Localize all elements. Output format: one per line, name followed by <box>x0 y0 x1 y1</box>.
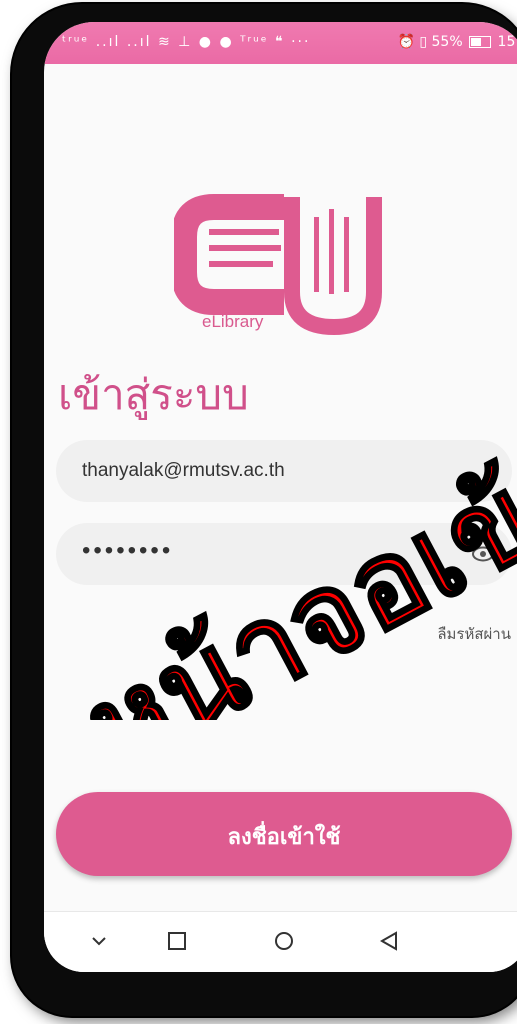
battery-icon <box>469 36 492 48</box>
vibrate-icon: ▯ <box>419 34 428 50</box>
email-value: thanyalak@rmutsv.ac.th <box>82 460 285 481</box>
status-right: ⏰ ▯ 55% 15:5 <box>397 34 517 50</box>
login-button-label: ลงชื่อเข้าใช้ <box>227 824 341 850</box>
square-icon[interactable] <box>162 926 192 956</box>
alarm-icon: ⏰ <box>397 34 415 50</box>
chevron-down-icon[interactable] <box>84 926 114 956</box>
email-field[interactable]: thanyalak@rmutsv.ac.th <box>56 440 512 502</box>
password-field[interactable]: •••••••• <box>56 523 512 585</box>
clock: 15:5 <box>497 34 517 50</box>
eye-icon[interactable] <box>472 544 494 564</box>
status-icons: ᵗʳᵘᵉ ..ıl ..ıl ≋ ⊥ ● ● ᵀʳᵘᵉ ❝ ··· <box>62 34 311 50</box>
battery-percent: 55% <box>431 34 463 50</box>
phone-frame: ᵗʳᵘᵉ ..ıl ..ıl ≋ ⊥ ● ● ᵀʳᵘᵉ ❝ ··· ⏰ ▯ 55… <box>12 4 517 1016</box>
password-value: •••••••• <box>82 537 174 564</box>
forgot-password-link[interactable]: ลืมรหัสผ่าน <box>437 622 511 646</box>
circle-icon[interactable] <box>269 926 299 956</box>
login-button[interactable]: ลงชื่อเข้าใช้ <box>56 792 512 876</box>
android-navbar <box>44 911 517 972</box>
triangle-back-icon[interactable] <box>374 926 404 956</box>
logo-text: eLibrary <box>202 312 264 331</box>
status-bar: ᵗʳᵘᵉ ..ıl ..ıl ≋ ⊥ ● ● ᵀʳᵘᵉ ❝ ··· ⏰ ▯ 55… <box>44 22 517 64</box>
page-title: เข้าสู่ระบบ <box>58 370 249 419</box>
app-screen: ᵗʳᵘᵉ ..ıl ..ıl ≋ ⊥ ● ● ᵀʳᵘᵉ ❝ ··· ⏰ ▯ 55… <box>44 22 517 972</box>
